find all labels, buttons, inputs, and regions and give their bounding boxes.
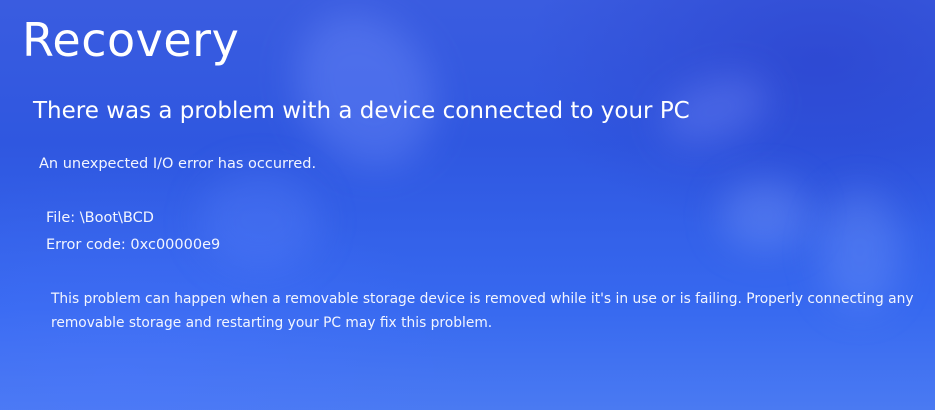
error-subtitle: There was a problem with a device connec… [33, 98, 690, 124]
error-description: This problem can happen when a removable… [51, 291, 914, 331]
recovery-screen: Recovery There was a problem with a devi… [0, 0, 935, 410]
screen-glare [720, 180, 810, 250]
screen-glare [200, 170, 320, 270]
page-title: Recovery [22, 13, 240, 67]
error-file: File: \Boot\BCD [46, 210, 154, 226]
error-code: Error code: 0xc00000e9 [46, 237, 221, 253]
error-message: An unexpected I/O error has occurred. [39, 156, 317, 172]
